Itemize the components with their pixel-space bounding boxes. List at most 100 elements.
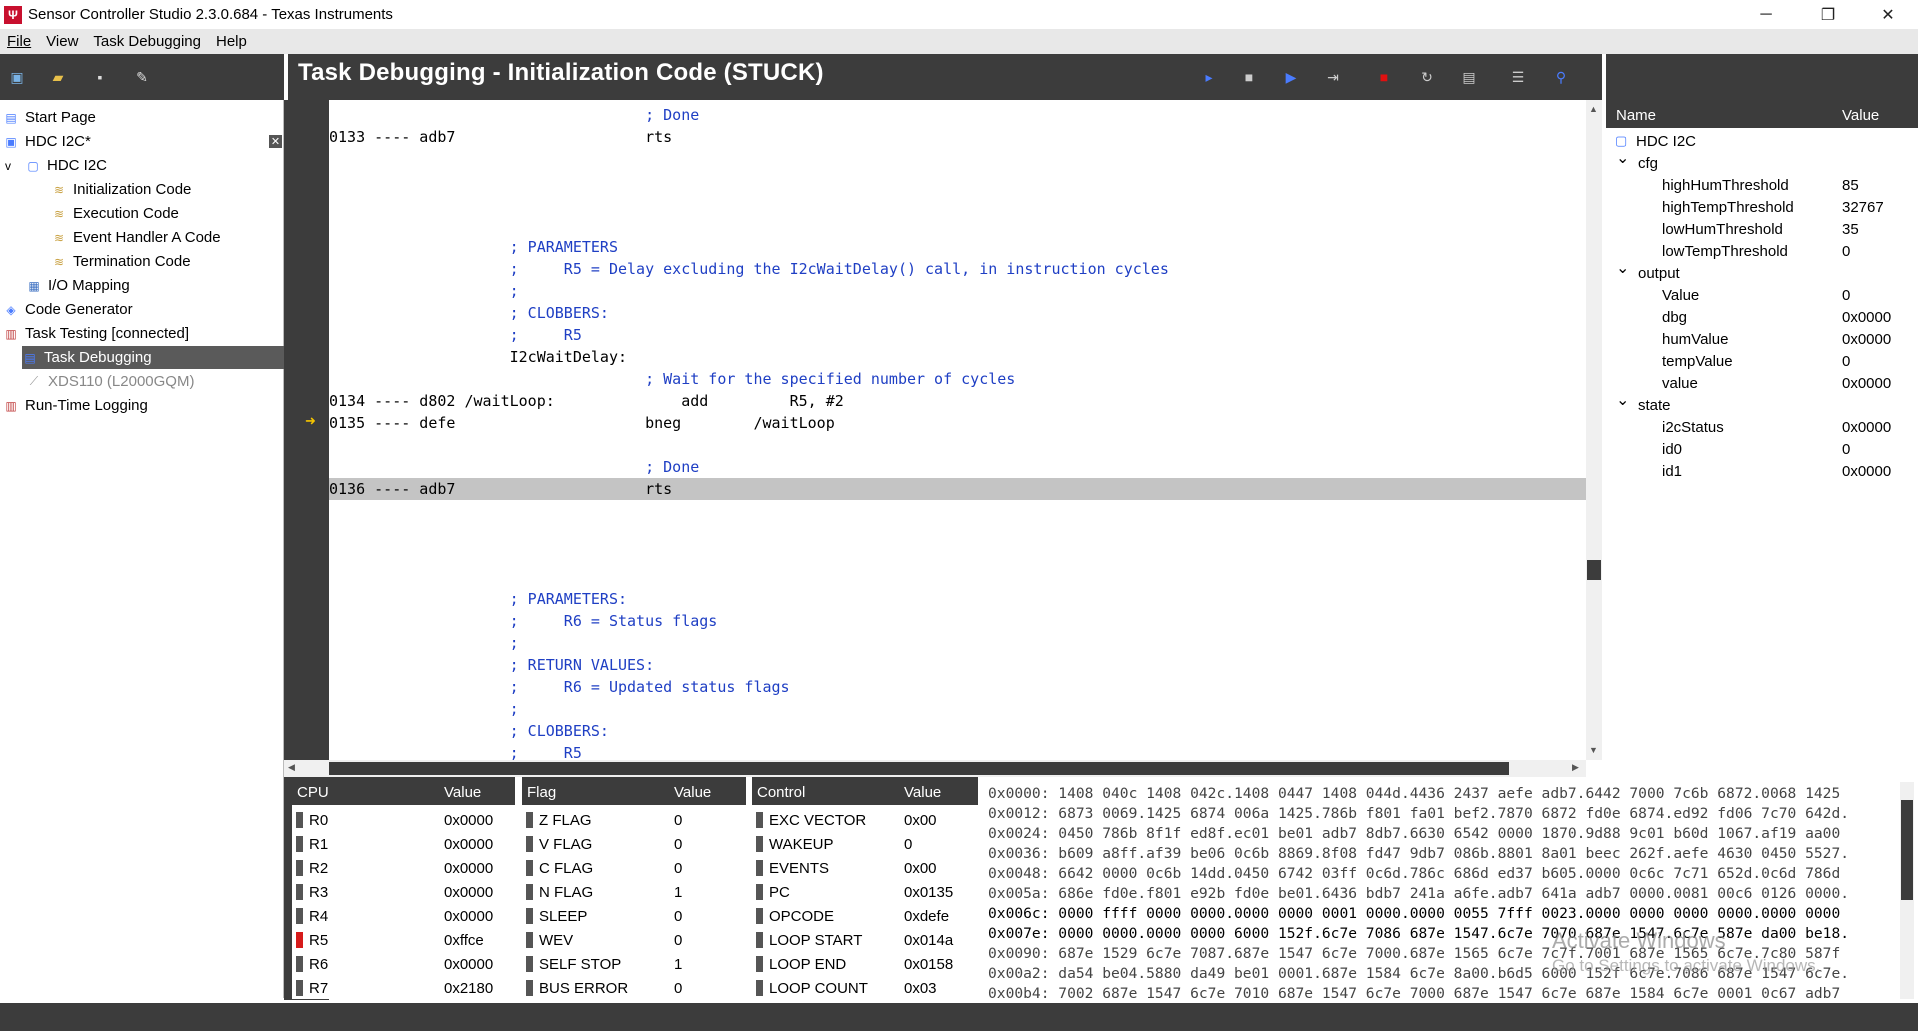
- variable-row[interactable]: ⌄ output: [1606, 260, 1918, 284]
- stop-icon[interactable]: ■: [1238, 66, 1260, 88]
- control-row[interactable]: LOOP COUNT 0x03: [752, 976, 978, 1000]
- save-icon[interactable]: ▪: [89, 66, 111, 88]
- breakpoint-icon[interactable]: ■: [1373, 66, 1395, 88]
- tree-start-page[interactable]: ▤ Start Page: [3, 106, 96, 129]
- cpu-row[interactable]: R0 0x0000: [292, 808, 515, 832]
- variable-row[interactable]: ⌄ state: [1606, 392, 1918, 416]
- control-row[interactable]: WAKEUP 0: [752, 832, 978, 856]
- menu-file[interactable]: File: [0, 33, 39, 50]
- code-horizontal-scrollbar[interactable]: ◀ ▶: [284, 760, 1586, 777]
- close-window-button[interactable]: ✕: [1862, 0, 1914, 29]
- tree-project-hdc-i2c[interactable]: ▣ HDC I2C* ✕: [3, 130, 283, 153]
- scroll-thumb[interactable]: [1587, 560, 1601, 580]
- code-line: ; Done: [329, 106, 700, 124]
- variable-row[interactable]: lowTempThreshold 0: [1606, 240, 1918, 262]
- variable-value: 0: [1842, 352, 1851, 370]
- flags-row[interactable]: Z FLAG 0: [522, 808, 746, 832]
- flags-table: Flag Value Z FLAG 0 V FLAG 0 C FLAG 0 N FLAG 1 S…: [522, 777, 746, 999]
- memory-scroll-thumb[interactable]: [1901, 800, 1913, 900]
- tree-initialization-code[interactable]: ≋ Initialization Code: [51, 178, 191, 201]
- step-over-icon[interactable]: ⇥: [1322, 66, 1344, 88]
- tree-task-testing[interactable]: ▥ Task Testing [connected]: [3, 322, 189, 345]
- variable-row[interactable]: Value 0: [1606, 284, 1918, 306]
- control-row[interactable]: EVENTS 0x00: [752, 856, 978, 880]
- cpu-value: 0x2180: [444, 979, 494, 997]
- scroll-up-icon[interactable]: ▲: [1589, 104, 1598, 114]
- cpu-row[interactable]: R5 0xffce: [292, 928, 515, 952]
- control-table: Control Value EXC VECTOR 0x00 WAKEUP 0 EVENT…: [752, 777, 978, 999]
- new-project-icon[interactable]: ▣: [6, 66, 28, 88]
- cpu-row[interactable]: R4 0x0000: [292, 904, 515, 928]
- variable-row[interactable]: lowHumThreshold 35: [1606, 218, 1918, 240]
- tree-xds110-debugger[interactable]: ⟋ XDS110 (L2000GQM): [26, 370, 195, 393]
- tree-event-handler-a-code[interactable]: ≋ Event Handler A Code: [51, 226, 221, 249]
- variable-row[interactable]: humValue 0x0000: [1606, 328, 1918, 350]
- reset-icon[interactable]: ↻: [1416, 66, 1438, 88]
- activate-windows-subtext: Go to Settings to activate Windows.: [1552, 956, 1821, 975]
- flags-row[interactable]: C FLAG 0: [522, 856, 746, 880]
- flags-row[interactable]: BUS ERROR 0: [522, 976, 746, 1000]
- scroll-left-icon[interactable]: ◀: [288, 762, 295, 773]
- code-line: 0135 ---- defe bneg /waitLoop: [329, 414, 835, 432]
- clean-icon[interactable]: ✎: [131, 66, 153, 88]
- memory-icon[interactable]: ▤: [1458, 66, 1480, 88]
- row-marker: [296, 932, 303, 948]
- control-row[interactable]: PC 0x0135: [752, 880, 978, 904]
- control-row[interactable]: EXC VECTOR 0x00: [752, 808, 978, 832]
- chevron-down-icon[interactable]: ⌄: [1616, 258, 1629, 278]
- control-row[interactable]: OPCODE 0xdefe: [752, 904, 978, 928]
- variable-row[interactable]: value 0x0000: [1606, 372, 1918, 394]
- hscroll-thumb[interactable]: [329, 762, 1509, 775]
- scroll-down-icon[interactable]: ▼: [1589, 745, 1598, 755]
- cpu-value: 0x0000: [444, 955, 494, 973]
- tree-task-debugging[interactable]: ▤ Task Debugging: [22, 346, 284, 369]
- restore-button[interactable]: ❐: [1802, 0, 1854, 29]
- tree-execution-code[interactable]: ≋ Execution Code: [51, 202, 179, 225]
- menu-task-debugging[interactable]: Task Debugging: [86, 33, 209, 50]
- tree-termination-code[interactable]: ≋ Termination Code: [51, 250, 191, 273]
- step-icon[interactable]: ▶: [1280, 66, 1302, 88]
- tree-task-hdc-i2c[interactable]: v ▢ HDC I2C: [5, 154, 107, 177]
- tree-io-mapping[interactable]: ▦ I/O Mapping: [26, 274, 129, 297]
- close-project-icon[interactable]: ✕: [269, 135, 282, 148]
- variable-row[interactable]: tempValue 0: [1606, 350, 1918, 372]
- variable-row[interactable]: id0 0: [1606, 438, 1918, 460]
- menu-help[interactable]: Help: [209, 33, 255, 50]
- cpu-row[interactable]: R1 0x0000: [292, 832, 515, 856]
- row-marker: [526, 980, 533, 996]
- cpu-row[interactable]: R6 0x0000: [292, 952, 515, 976]
- flags-row[interactable]: SELF STOP 1: [522, 952, 746, 976]
- chevron-down-icon[interactable]: v: [5, 159, 25, 173]
- open-icon[interactable]: ▰: [47, 66, 69, 88]
- chevron-down-icon[interactable]: ⌄: [1616, 390, 1629, 410]
- list-icon[interactable]: ☰: [1507, 66, 1529, 88]
- code-vertical-scrollbar[interactable]: ▲ ▼: [1586, 100, 1602, 760]
- tree-run-time-logging[interactable]: ▥ Run-Time Logging: [3, 394, 148, 417]
- menu-view[interactable]: View: [39, 33, 86, 50]
- flags-value: 0: [674, 859, 683, 877]
- variable-row[interactable]: i2cStatus 0x0000: [1606, 416, 1918, 438]
- variable-row[interactable]: ⌄ cfg: [1606, 150, 1918, 174]
- variable-row[interactable]: ▢ HDC I2C: [1606, 130, 1918, 152]
- control-row[interactable]: LOOP END 0x0158: [752, 952, 978, 976]
- flags-row[interactable]: SLEEP 0: [522, 904, 746, 928]
- cpu-row[interactable]: R2 0x0000: [292, 856, 515, 880]
- tree-code-generator[interactable]: ◈ Code Generator: [3, 298, 132, 321]
- flags-row[interactable]: N FLAG 1: [522, 880, 746, 904]
- cpu-row[interactable]: R7 0x2180: [292, 976, 515, 1000]
- cpu-row[interactable]: R3 0x0000: [292, 880, 515, 904]
- variable-row[interactable]: dbg 0x0000: [1606, 306, 1918, 328]
- memory-scrollbar[interactable]: [1900, 782, 1914, 999]
- chevron-down-icon[interactable]: ⌄: [1616, 148, 1629, 168]
- variable-row[interactable]: highHumThreshold 85: [1606, 174, 1918, 196]
- flags-row[interactable]: WEV 0: [522, 928, 746, 952]
- variable-row[interactable]: id1 0x0000: [1606, 460, 1918, 482]
- code-view[interactable]: ; Done 0133 ---- adb7 rts ; PARAMETERS ; …: [329, 100, 1586, 760]
- connect-icon[interactable]: ⚲: [1550, 66, 1572, 88]
- run-icon[interactable]: ▸: [1198, 66, 1220, 88]
- scroll-right-icon[interactable]: ▶: [1572, 762, 1579, 773]
- minimize-button[interactable]: ─: [1740, 0, 1792, 29]
- flags-row[interactable]: V FLAG 0: [522, 832, 746, 856]
- control-row[interactable]: LOOP START 0x014a: [752, 928, 978, 952]
- variable-row[interactable]: highTempThreshold 32767: [1606, 196, 1918, 218]
